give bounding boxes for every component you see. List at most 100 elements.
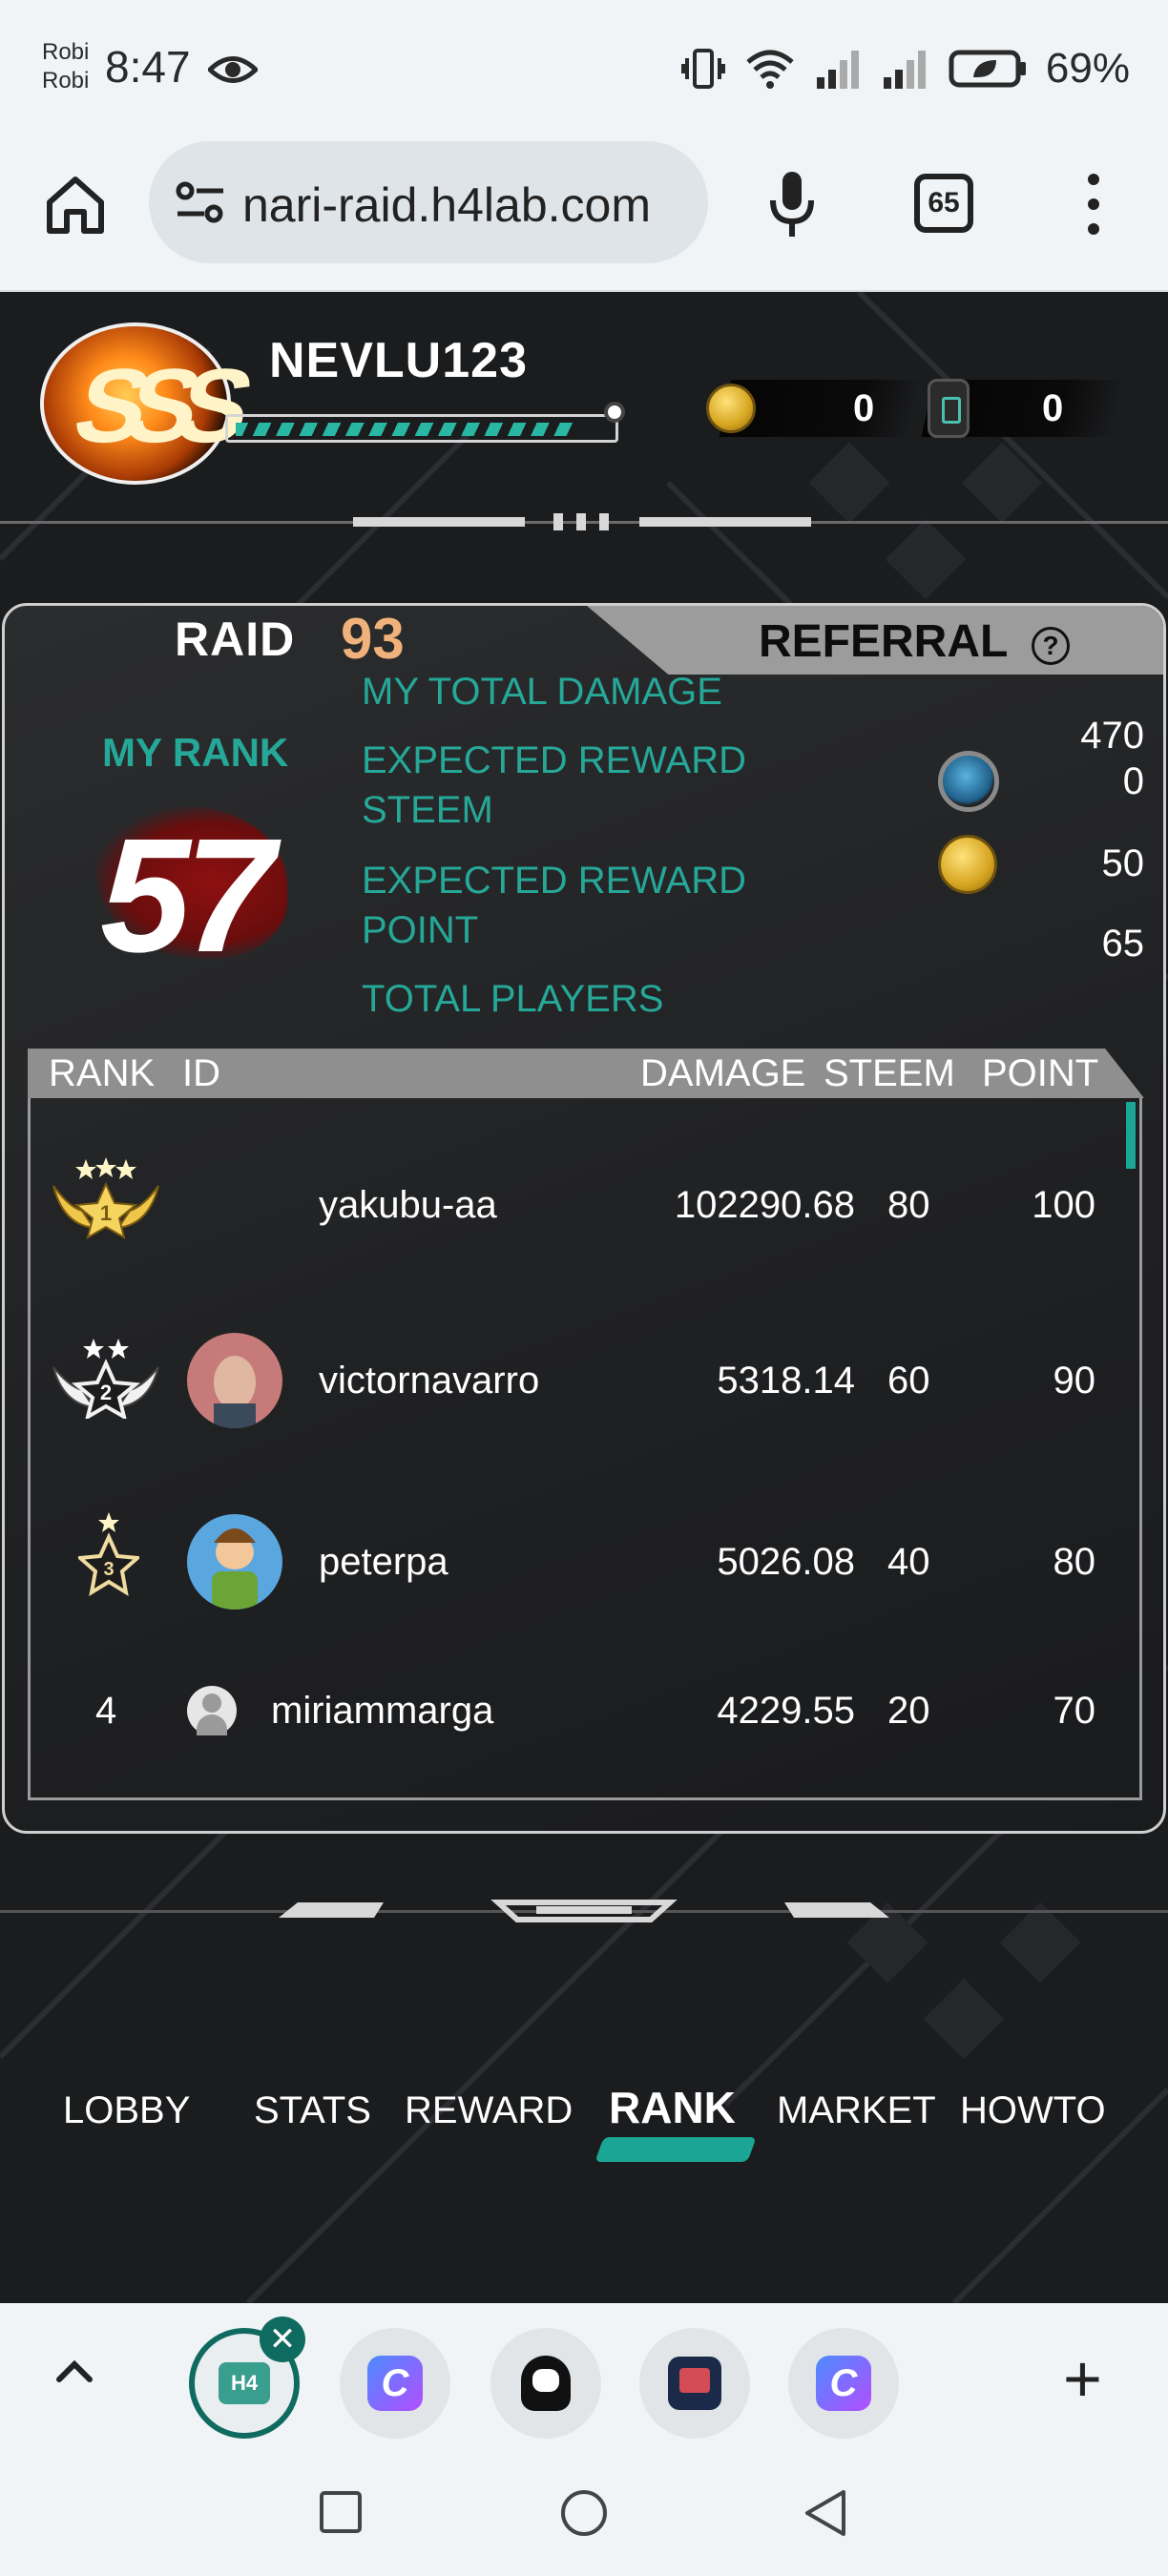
- table-header: RANK ID DAMAGE STEEM POINT: [28, 1049, 1144, 1098]
- carrier-label: Robi Robi: [42, 38, 89, 95]
- tab-c-app-1[interactable]: C: [340, 2328, 450, 2439]
- game-nav: LOBBY STATS REWARD RANK MARKET HOWTO: [0, 2083, 1168, 2166]
- footer-divider-ornament: [279, 1900, 889, 1922]
- default-avatar-icon[interactable]: [187, 1686, 237, 1735]
- row-steem: 40: [887, 1541, 930, 1583]
- status-bar: Robi Robi 8:47 69%: [0, 0, 1168, 134]
- player-name: NEVLU123: [269, 333, 528, 388]
- row-rank: 4: [95, 1690, 117, 1732]
- xp-bar-fill: [236, 423, 574, 436]
- rank-1-badge-icon: 1: [52, 1157, 159, 1239]
- tab-switcher-button[interactable]: 65: [914, 174, 973, 233]
- row-steem: 20: [887, 1690, 930, 1732]
- rank-2-badge-icon: 2: [52, 1339, 159, 1419]
- ticket-icon: [928, 379, 970, 438]
- row-id: victornavarro: [319, 1360, 540, 1402]
- user-photo-icon: [187, 1333, 282, 1428]
- reward-point-label-2: POINT: [362, 909, 479, 951]
- table-row[interactable]: 4 miriammarga 4229.55 20 70: [31, 1663, 1137, 1797]
- steem-coin-icon: [938, 751, 999, 812]
- header-point: POINT: [982, 1052, 1099, 1094]
- total-players-value: 65: [1101, 923, 1145, 965]
- signal-icon-2: [883, 51, 926, 89]
- eye-icon: [208, 56, 258, 83]
- my-rank-label: MY RANK: [102, 730, 289, 775]
- raid-number: 93: [341, 607, 405, 671]
- home-circle-icon[interactable]: [559, 2488, 609, 2538]
- help-icon[interactable]: ?: [1032, 627, 1070, 665]
- row-id: miriammarga: [271, 1690, 494, 1732]
- nav-stats[interactable]: STATS: [254, 2089, 371, 2132]
- nav-lobby[interactable]: LOBBY: [63, 2089, 190, 2132]
- my-rank-value: 57: [100, 805, 275, 987]
- url-bar[interactable]: nari-raid.h4lab.com: [149, 141, 708, 263]
- svg-text:2: 2: [100, 1381, 112, 1404]
- browser-toolbar: nari-raid.h4lab.com 65: [0, 134, 1168, 292]
- skull-app-icon: [521, 2356, 571, 2411]
- header-divider-ornament: [576, 513, 586, 530]
- reward-steem-label-1: EXPECTED REWARD: [362, 739, 747, 781]
- url-text: nari-raid.h4lab.com: [242, 178, 651, 232]
- player-avatar[interactable]: SSS: [40, 322, 247, 485]
- reward-steem-label-2: STEEM: [362, 789, 493, 831]
- add-tab-button[interactable]: +: [1063, 2345, 1102, 2412]
- xp-bar-knob: [604, 402, 625, 423]
- header-divider-ornament: [599, 513, 609, 530]
- signal-icon-1: [816, 51, 859, 89]
- point-coin-icon: [938, 835, 997, 894]
- header-id: ID: [182, 1052, 220, 1094]
- system-navigation-bar: [0, 2448, 1168, 2576]
- user-photo-icon: [187, 1514, 282, 1610]
- table-row[interactable]: 2 victornavarro 5318.14 60 90: [31, 1321, 1137, 1455]
- total-damage-value: 470: [1080, 715, 1144, 757]
- site-settings-icon[interactable]: [174, 177, 227, 227]
- nav-market[interactable]: MARKET: [777, 2089, 936, 2132]
- close-tab-icon[interactable]: ✕: [260, 2316, 305, 2362]
- tab-dark-app[interactable]: [639, 2328, 750, 2439]
- avatar[interactable]: [187, 1514, 282, 1610]
- ranking-table: RANK ID DAMAGE STEEM POINT 1 yakubu-aa 1…: [28, 1049, 1144, 1800]
- reward-point-label-1: EXPECTED REWARD: [362, 860, 747, 902]
- table-body[interactable]: 1 yakubu-aa 102290.68 80 100 2 victornav…: [28, 1098, 1142, 1800]
- row-damage: 102290.68: [674, 1184, 855, 1226]
- tab-c-app-2[interactable]: C: [788, 2328, 899, 2439]
- coin-icon: [706, 384, 756, 433]
- total-damage-label: MY TOTAL DAMAGE: [362, 671, 722, 713]
- svg-text:1: 1: [100, 1201, 112, 1225]
- tab-referral-label: REFERRAL: [759, 616, 1009, 667]
- table-row[interactable]: 1 yakubu-aa 102290.68 80 100: [31, 1140, 1137, 1274]
- header-divider-ornament: [639, 517, 811, 527]
- steem-logo-icon: SSS: [62, 347, 247, 465]
- nav-reward[interactable]: REWARD: [405, 2089, 573, 2132]
- more-menu-icon[interactable]: [1074, 166, 1113, 242]
- avatar[interactable]: [187, 1333, 282, 1428]
- nav-active-indicator: [594, 2137, 757, 2162]
- header-damage: DAMAGE: [640, 1052, 806, 1094]
- row-point: 70: [1053, 1690, 1096, 1732]
- nav-howto[interactable]: HOWTO: [960, 2089, 1106, 2132]
- microphone-icon[interactable]: [763, 166, 821, 242]
- home-icon[interactable]: [42, 172, 109, 239]
- status-icons: 69%: [680, 42, 1130, 95]
- row-id: yakubu-aa: [319, 1184, 497, 1226]
- battery-percent: 69%: [1045, 45, 1130, 92]
- nav-rank[interactable]: RANK: [609, 2082, 736, 2133]
- tab-raid[interactable]: RAID: [175, 612, 295, 667]
- row-steem: 80: [887, 1184, 930, 1226]
- tab-referral[interactable]: REFERRAL ?: [587, 606, 1163, 675]
- chevron-up-icon[interactable]: [52, 2353, 97, 2391]
- tab-group-bar: H4 ✕ C C +: [0, 2303, 1168, 2448]
- svg-text:3: 3: [103, 1559, 114, 1580]
- carrier-line-2: Robi: [42, 68, 90, 93]
- game-app-icon: [668, 2357, 721, 2410]
- row-point: 100: [1032, 1184, 1095, 1226]
- rank-3-badge-icon: 3: [78, 1512, 139, 1596]
- recents-icon[interactable]: [319, 2490, 363, 2534]
- back-icon[interactable]: [802, 2488, 849, 2538]
- header-divider-ornament: [353, 517, 525, 527]
- tab-skull-app[interactable]: [490, 2328, 601, 2439]
- row-damage: 5318.14: [717, 1360, 855, 1402]
- total-players-label: TOTAL PLAYERS: [362, 978, 664, 1020]
- row-point: 90: [1053, 1360, 1096, 1402]
- table-row[interactable]: 3 peterpa 5026.08 40 80: [31, 1503, 1137, 1636]
